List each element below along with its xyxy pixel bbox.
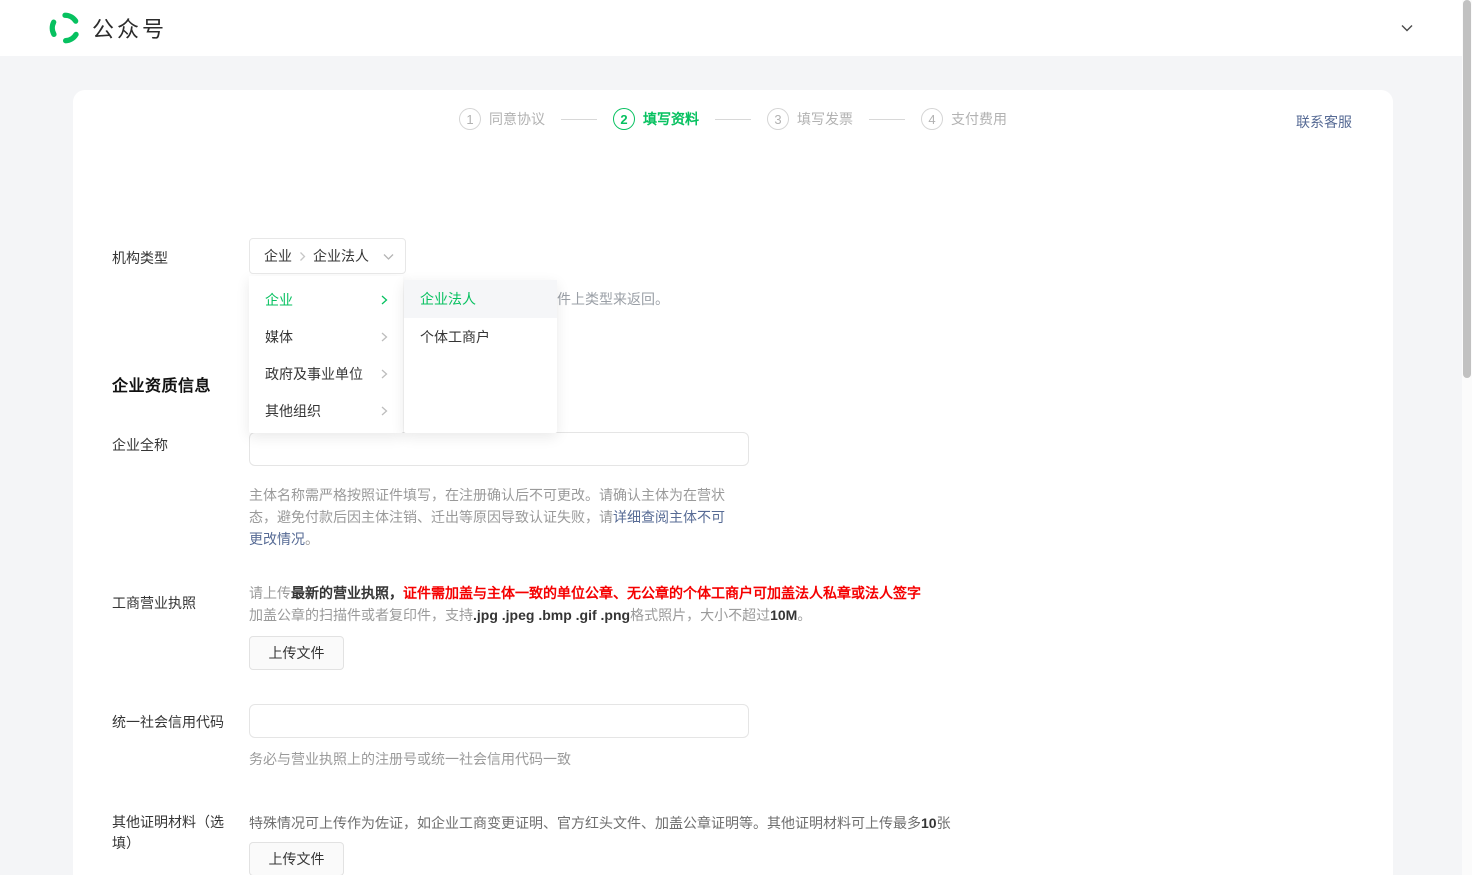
other-materials-label: 其他证明材料（选填） — [112, 812, 232, 854]
step-fill-invoice: 3 填写发票 — [767, 108, 853, 130]
menu-item-label: 媒体 — [265, 327, 293, 347]
other-materials-max-count: 10 — [921, 815, 937, 831]
company-name-help: 主体名称需严格按照证件填写，在注册确认后不可更改。请确认主体为在营状态，避免付款… — [249, 484, 729, 550]
credit-code-input[interactable] — [249, 704, 749, 738]
license-max-size: 10M — [770, 607, 797, 623]
license-upload-button[interactable]: 上传文件 — [249, 636, 344, 670]
submenu-item-label: 企业法人 — [420, 289, 476, 309]
company-name-help-suffix: 。 — [305, 531, 319, 547]
menu-item-enterprise[interactable]: 企业 — [249, 281, 403, 318]
section-title-enterprise-qualification: 企业资质信息 — [112, 372, 211, 396]
top-header: 公众号 — [0, 0, 1472, 56]
submenu-item-individual-business[interactable]: 个体工商户 — [404, 318, 557, 356]
credit-code-label: 统一社会信用代码 — [112, 712, 224, 733]
menu-item-label: 政府及事业单位 — [265, 364, 363, 384]
chevron-right-icon — [379, 294, 389, 306]
chevron-right-icon — [379, 368, 389, 380]
step-3-label: 填写发票 — [797, 109, 853, 129]
account-menu-chevron-icon[interactable] — [1400, 21, 1414, 35]
credit-code-help: 务必与营业执照上的注册号或统一社会信用代码一致 — [249, 748, 571, 770]
org-type-select[interactable]: 企业 企业法人 — [249, 238, 406, 274]
step-1-number: 1 — [459, 108, 481, 130]
org-type-menu: 企业 媒体 政府及事业单位 其他组织 — [249, 276, 403, 433]
wechat-official-account-logo-icon — [48, 11, 82, 45]
menu-item-other-org[interactable]: 其他组织 — [249, 392, 403, 429]
license-formats: .jpg .jpeg .bmp .gif .png — [473, 607, 630, 623]
step-3-number: 3 — [767, 108, 789, 130]
business-license-label: 工商营业执照 — [112, 593, 196, 614]
step-connector — [715, 119, 751, 120]
step-4-label: 支付费用 — [951, 109, 1007, 129]
submenu-item-label: 个体工商户 — [420, 327, 490, 347]
license-line2-gray2: 格式照片，大小不超过 — [630, 607, 770, 623]
page: 公众号 1 同意协议 2 填写资料 3 填写发票 4 支 — [0, 0, 1472, 875]
other-materials-desc: 特殊情况可上传作为佐证，如企业工商变更证明、官方红头文件、加盖公章证明等。其他证… — [249, 812, 951, 834]
business-license-instructions: 请上传最新的营业执照，证件需加盖与主体一致的单位公章、无公章的个体工商户可加盖法… — [249, 582, 921, 626]
step-connector — [869, 119, 905, 120]
other-materials-upload-button[interactable]: 上传文件 — [249, 842, 344, 875]
step-2-number: 2 — [613, 108, 635, 130]
step-connector — [561, 119, 597, 120]
step-4-number: 4 — [921, 108, 943, 130]
org-type-selected-level1: 企业 — [264, 246, 292, 266]
scrollbar-thumb[interactable] — [1463, 0, 1471, 378]
step-pay-fee: 4 支付费用 — [921, 108, 1007, 130]
step-agree-protocol: 1 同意协议 — [459, 108, 545, 130]
main-card: 1 同意协议 2 填写资料 3 填写发票 4 支付费用 联系客服 机构类型 企业 — [73, 90, 1393, 875]
org-type-hint-text: 件上类型来返回。 — [557, 289, 669, 309]
step-fill-info: 2 填写资料 — [613, 108, 699, 130]
chevron-right-icon — [379, 331, 389, 343]
chevron-right-icon — [379, 405, 389, 417]
company-name-label: 企业全称 — [112, 435, 168, 456]
menu-item-label: 其他组织 — [265, 401, 321, 421]
org-type-label: 机构类型 — [112, 248, 168, 269]
select-chevron-down-icon — [382, 250, 395, 263]
license-line2-gray1: 加盖公章的扫描件或者复印件，支持 — [249, 607, 473, 623]
breadcrumb-chevron-icon — [298, 251, 307, 262]
brand-title: 公众号 — [92, 12, 167, 44]
step-2-label: 填写资料 — [643, 109, 699, 129]
org-type-selected-level2: 企业法人 — [313, 246, 369, 266]
license-line1-gray: 请上传 — [249, 585, 291, 601]
step-1-label: 同意协议 — [489, 109, 545, 129]
license-line1-warning: 证件需加盖与主体一致的单位公章、无公章的个体工商户可加盖法人私章或法人签字 — [403, 585, 921, 601]
other-materials-desc-text: 特殊情况可上传作为佐证，如企业工商变更证明、官方红头文件、加盖公章证明等。其他证… — [249, 815, 921, 831]
stepper: 1 同意协议 2 填写资料 3 填写发票 4 支付费用 — [73, 108, 1393, 130]
org-type-submenu: 企业法人 个体工商户 — [404, 280, 557, 433]
scrollbar-track[interactable] — [1462, 0, 1472, 875]
license-line2-gray3: 。 — [797, 607, 811, 623]
menu-item-label: 企业 — [265, 290, 293, 310]
license-line1-strong: 最新的营业执照， — [291, 585, 403, 601]
submenu-item-legal-person[interactable]: 企业法人 — [404, 280, 557, 318]
contact-support-link[interactable]: 联系客服 — [1296, 112, 1352, 132]
other-materials-desc-suffix: 张 — [937, 815, 951, 831]
company-name-input[interactable] — [249, 432, 749, 466]
menu-item-government[interactable]: 政府及事业单位 — [249, 355, 403, 392]
menu-item-media[interactable]: 媒体 — [249, 318, 403, 355]
